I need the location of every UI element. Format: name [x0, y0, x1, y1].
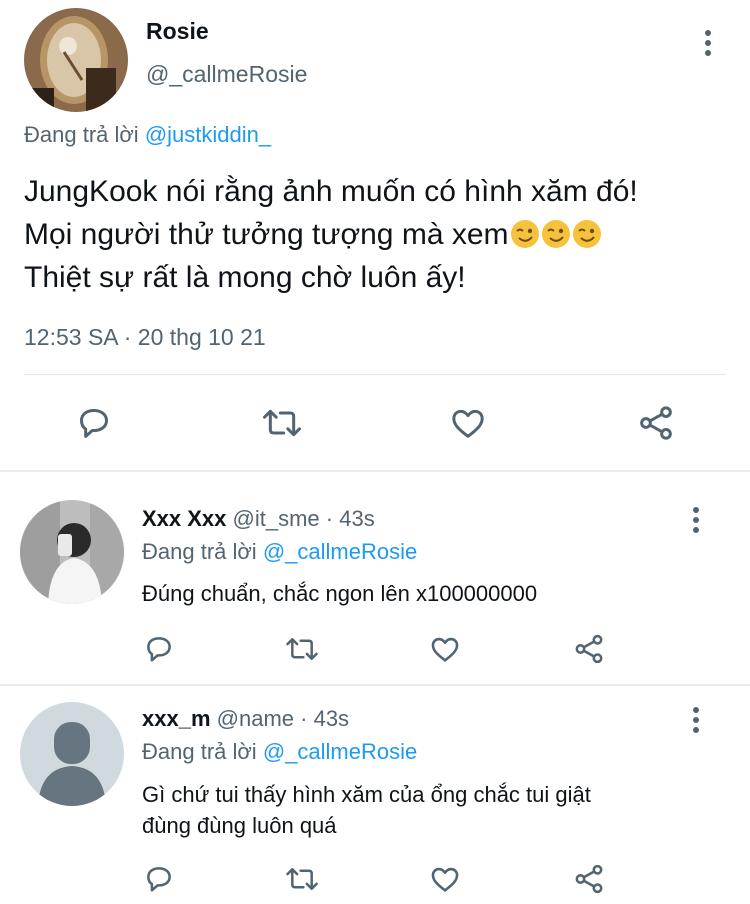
wink-emoji	[509, 218, 602, 251]
reply-icon[interactable]	[142, 862, 176, 896]
avatar[interactable]	[20, 500, 124, 604]
tweet-actions	[0, 398, 750, 448]
reply-time: · 43s	[325, 506, 375, 531]
retweet-icon[interactable]	[284, 862, 320, 896]
reply-to-link[interactable]: @justkiddin_	[145, 122, 271, 147]
share-icon[interactable]	[636, 403, 676, 443]
reply-icon[interactable]	[74, 403, 114, 443]
more-icon[interactable]	[692, 507, 700, 533]
author-name[interactable]: Rosie	[146, 18, 209, 45]
like-icon[interactable]	[448, 403, 488, 443]
share-icon[interactable]	[572, 862, 606, 896]
tweet-text: Đúng chuẩn, chắc ngon lên x100000000	[142, 578, 702, 609]
reply-header: xxx_m @name · 43s	[142, 706, 349, 732]
replying-to: Đang trả lời @_callmeRosie	[142, 539, 417, 565]
avatar[interactable]	[24, 8, 128, 112]
tweet-actions	[0, 862, 750, 898]
tweet-line: đùng đùng luôn quá	[142, 813, 337, 838]
reply-prefix: Đang trả lời	[142, 739, 257, 764]
reply-to-link[interactable]: @_callmeRosie	[263, 739, 417, 764]
avatar[interactable]	[20, 702, 124, 806]
reply-time: · 43s	[300, 706, 350, 731]
tweet-line-text: Mọi người thử tưởng tượng mà xem	[24, 218, 509, 251]
tweet-text: Gì chứ tui thấy hình xăm của ổng chắc tu…	[142, 779, 702, 841]
like-icon[interactable]	[428, 862, 462, 896]
tweet-line: Mọi người thử tưởng tượng mà xem	[24, 213, 724, 256]
divider	[0, 470, 750, 472]
author-name[interactable]: Xxx Xxx	[142, 506, 226, 531]
retweet-icon[interactable]	[284, 632, 320, 666]
reply-to-link[interactable]: @_callmeRosie	[263, 539, 417, 564]
more-icon[interactable]	[704, 30, 712, 56]
tweet-line: Gì chứ tui thấy hình xăm của ổng chắc tu…	[142, 782, 591, 807]
tweet-text: JungKook nói rằng ảnh muốn có hình xăm đ…	[24, 170, 724, 299]
divider	[0, 684, 750, 686]
author-handle[interactable]: @name	[217, 706, 294, 731]
author-handle[interactable]: @it_sme	[233, 506, 320, 531]
replying-to: Đang trả lời @justkiddin_	[24, 122, 271, 148]
tweet-line: JungKook nói rằng ảnh muốn có hình xăm đ…	[24, 175, 638, 208]
more-icon[interactable]	[692, 707, 700, 733]
reply-prefix: Đang trả lời	[24, 122, 139, 147]
reply-prefix: Đang trả lời	[142, 539, 257, 564]
reply-header: Xxx Xxx @it_sme · 43s	[142, 506, 375, 532]
replying-to: Đang trả lời @_callmeRosie	[142, 739, 417, 765]
retweet-icon[interactable]	[260, 403, 304, 443]
tweet-actions	[0, 632, 750, 668]
like-icon[interactable]	[428, 632, 462, 666]
share-icon[interactable]	[572, 632, 606, 666]
divider	[24, 374, 726, 375]
tweet-line: Thiệt sự rất là mong chờ luôn ấy!	[24, 261, 466, 294]
reply-icon[interactable]	[142, 632, 176, 666]
author-handle[interactable]: @_callmeRosie	[146, 61, 307, 88]
author-name[interactable]: xxx_m	[142, 706, 211, 731]
timestamp[interactable]: 12:53 SA · 20 thg 10 21	[24, 324, 266, 351]
tweet-line: Đúng chuẩn, chắc ngon lên x100000000	[142, 581, 538, 606]
